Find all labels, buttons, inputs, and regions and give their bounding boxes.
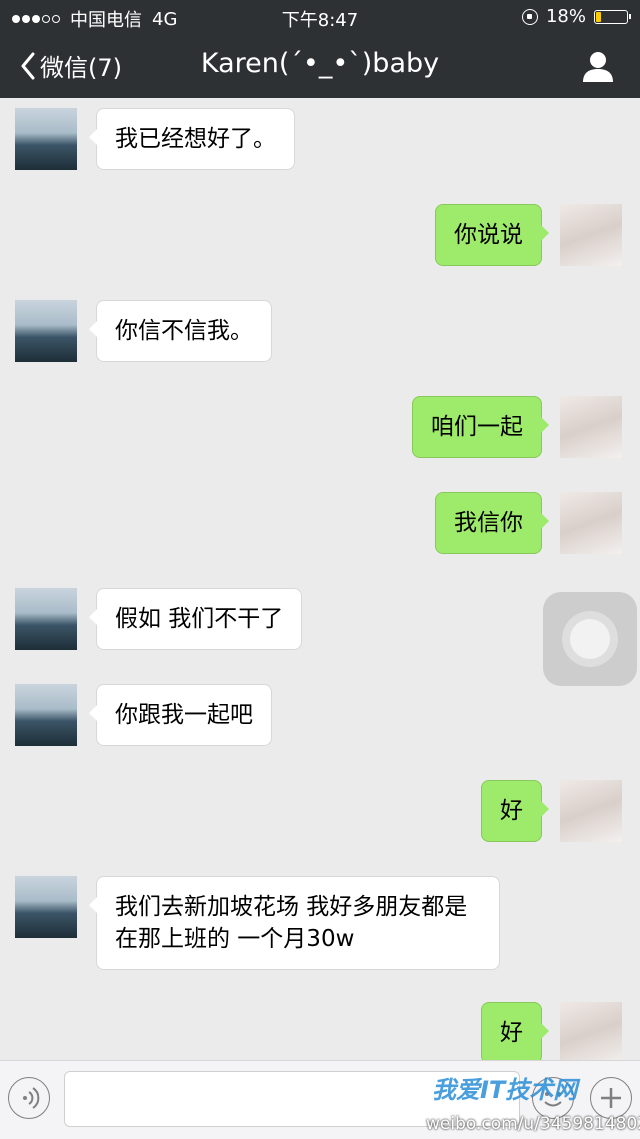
contact-avatar[interactable] bbox=[15, 684, 77, 746]
message-input[interactable] bbox=[64, 1071, 520, 1127]
more-button[interactable] bbox=[590, 1077, 632, 1119]
battery-icon bbox=[594, 9, 631, 24]
message-row: 咱们一起 bbox=[0, 396, 640, 466]
person-icon bbox=[583, 52, 613, 82]
emoji-icon bbox=[544, 1092, 562, 1107]
my-avatar[interactable] bbox=[560, 492, 622, 554]
status-bar: 中国电信 4G 下午8:47 18% bbox=[0, 0, 640, 34]
input-bar bbox=[0, 1060, 640, 1139]
message-bubble[interactable]: 好 bbox=[481, 780, 549, 842]
chevron-left-icon bbox=[21, 52, 35, 79]
my-avatar[interactable] bbox=[560, 780, 622, 842]
battery-percent: 18% bbox=[545, 6, 586, 27]
my-avatar[interactable] bbox=[560, 1002, 622, 1060]
message-bubble[interactable]: 咱们一起 bbox=[412, 396, 549, 458]
back-button[interactable]: 微信(7) bbox=[20, 48, 122, 83]
rotation-lock-icon bbox=[521, 8, 538, 25]
back-label: 微信(7) bbox=[40, 54, 122, 82]
plus-icon bbox=[601, 1088, 621, 1108]
chat-area[interactable]: 我已经想好了。 你说说 你信不信我。 咱们一起 我信你 假如 我们不干了 你跟我… bbox=[0, 98, 640, 1060]
message-row: 我信你 bbox=[0, 492, 640, 562]
contact-avatar[interactable] bbox=[15, 876, 77, 938]
message-row: 好 bbox=[0, 1002, 640, 1060]
message-row: 我已经想好了。 bbox=[0, 108, 640, 178]
message-bubble[interactable]: 你说说 bbox=[435, 204, 549, 266]
my-avatar[interactable] bbox=[560, 396, 622, 458]
contact-avatar[interactable] bbox=[15, 588, 77, 650]
emoji-button[interactable] bbox=[532, 1077, 574, 1119]
voice-button[interactable] bbox=[8, 1077, 50, 1119]
message-bubble[interactable]: 你跟我一起吧 bbox=[89, 684, 272, 746]
message-row: 你信不信我。 bbox=[0, 300, 640, 370]
message-bubble[interactable]: 我们去新加坡花场 我好多朋友都是在那上班的 一个月30w bbox=[89, 876, 500, 970]
profile-button[interactable] bbox=[580, 48, 616, 84]
battery-fill bbox=[596, 11, 601, 22]
message-row: 你跟我一起吧 bbox=[0, 684, 640, 754]
voice-icon bbox=[23, 1087, 40, 1109]
contact-avatar[interactable] bbox=[15, 108, 77, 170]
message-bubble[interactable]: 假如 我们不干了 bbox=[88, 588, 303, 650]
assistive-touch-button[interactable] bbox=[543, 592, 637, 686]
contact-avatar[interactable] bbox=[15, 300, 77, 362]
message-row: 好 bbox=[0, 780, 640, 850]
nav-bar: 微信(7) Karen(´•_•`)baby bbox=[0, 34, 640, 98]
message-bubble[interactable]: 我信你 bbox=[435, 492, 549, 554]
message-bubble[interactable]: 你信不信我。 bbox=[89, 300, 272, 362]
message-bubble[interactable]: 好 bbox=[481, 1002, 549, 1060]
my-avatar[interactable] bbox=[560, 204, 622, 266]
message-bubble[interactable]: 我已经想好了。 bbox=[89, 108, 295, 170]
message-row: 我们去新加坡花场 我好多朋友都是在那上班的 一个月30w bbox=[0, 876, 640, 976]
message-row: 你说说 bbox=[0, 204, 640, 274]
status-right: 18% bbox=[521, 6, 631, 27]
